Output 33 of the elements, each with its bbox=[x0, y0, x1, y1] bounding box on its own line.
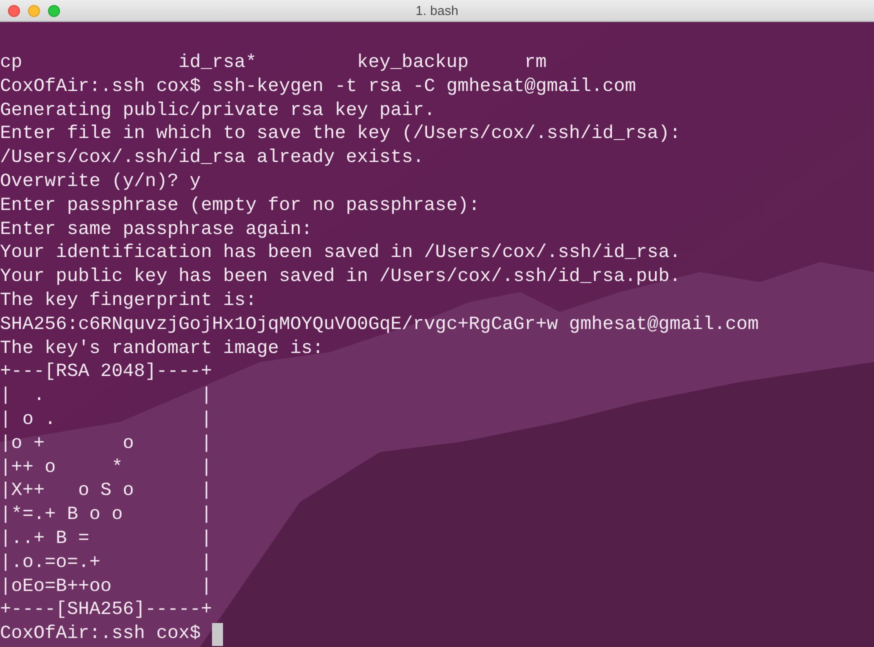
file-name: key_backup bbox=[357, 52, 469, 73]
randomart-line: |X++ o S o | bbox=[0, 480, 212, 502]
window-title: 1. bash bbox=[416, 2, 458, 20]
shell-prompt: CoxOfAir:.ssh cox$ bbox=[0, 622, 201, 646]
terminal-line: SHA256:c6RNquvzjGojHx1OjqMOYQuVO0GqE/rvgc+RgCaGr+w gmhesat@gmail.com bbox=[0, 314, 759, 335]
terminal-line: CoxOfAir:.ssh cox$ ssh-keygen -t rsa -C gmhesat@gmail.com bbox=[0, 76, 636, 97]
zoom-button[interactable] bbox=[48, 4, 60, 16]
text-cursor bbox=[212, 622, 224, 646]
terminal-line: The key's randomart image is: bbox=[0, 338, 324, 359]
terminal-line: The key fingerprint is: bbox=[0, 290, 257, 311]
randomart-line: |*=.+ B o o | bbox=[0, 504, 212, 526]
randomart-line: +---[RSA 2048]----+ bbox=[0, 361, 212, 382]
terminal-line: Enter file in which to save the key (/Users/cox/.ssh/id_rsa): bbox=[0, 123, 681, 144]
terminal-line: Overwrite (y/n)? y bbox=[0, 170, 201, 192]
close-button[interactable] bbox=[8, 4, 20, 16]
randomart-line: | . | bbox=[0, 385, 212, 406]
terminal-line: Your identification has been saved in /Users/cox/.ssh/id_rsa. bbox=[0, 242, 681, 264]
file-name: id_rsa* bbox=[178, 52, 257, 73]
terminal-line: Enter passphrase (empty for no passphrase): bbox=[0, 194, 480, 216]
terminal-line: Your public key has been saved in /Users/cox/.ssh/id_rsa.pub. bbox=[0, 266, 681, 288]
file-name: rm bbox=[524, 52, 547, 73]
terminal-line: Generating public/private rsa key pair. bbox=[0, 100, 436, 121]
randomart-line: +----[SHA256]-----+ bbox=[0, 599, 212, 620]
randomart-line: |..+ B = | bbox=[0, 528, 212, 549]
randomart-line: |.o.=o=.+ | bbox=[0, 552, 212, 573]
minimize-button[interactable] bbox=[28, 4, 40, 16]
terminal-line: Enter same passphrase again: bbox=[0, 218, 312, 240]
randomart-line: |o + o | bbox=[0, 432, 212, 454]
file-name: cp bbox=[0, 52, 22, 73]
randomart-line: | o . | bbox=[0, 408, 212, 430]
terminal-line: /Users/cox/.ssh/id_rsa already exists. bbox=[0, 147, 424, 168]
randomart-line: |++ o * | bbox=[0, 456, 212, 478]
randomart-line: |oEo=B++oo | bbox=[0, 576, 212, 597]
